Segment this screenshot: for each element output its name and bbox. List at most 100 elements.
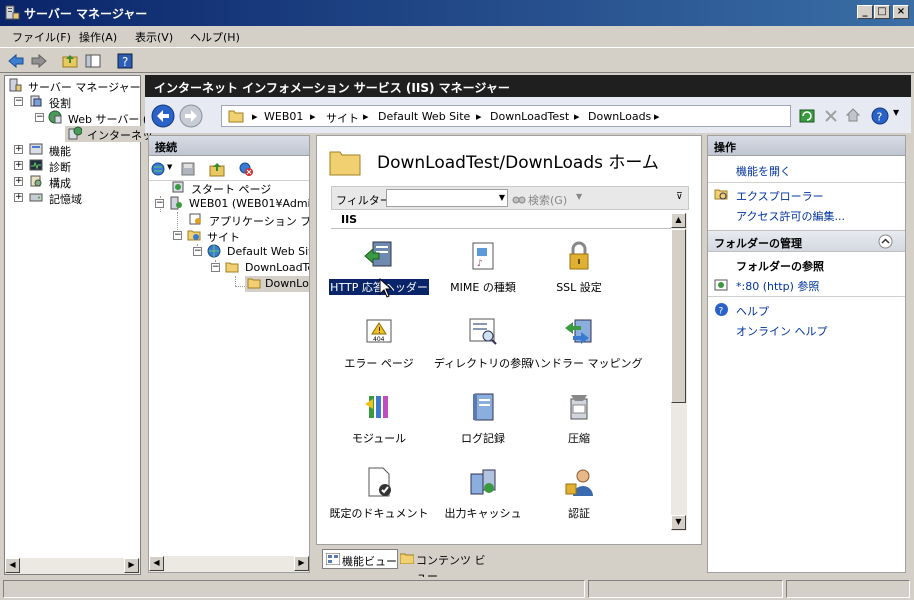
scroll-thumb[interactable] bbox=[671, 229, 686, 403]
online-help-link[interactable]: オンライン ヘルプ bbox=[736, 323, 828, 339]
up-folder-icon[interactable] bbox=[61, 52, 79, 70]
conn-item-downloadtest[interactable]: − DownLoadTe bbox=[211, 260, 309, 276]
breadcrumb-item[interactable]: WEB01 bbox=[264, 110, 303, 123]
feature-compression[interactable]: 圧縮 bbox=[529, 391, 629, 461]
stop-icon[interactable] bbox=[823, 108, 839, 124]
actions-panel: 操作 機能を開く エクスプローラー アクセス許可の編集... フォルダーの管理 … bbox=[707, 135, 906, 573]
tab-content-view[interactable]: コンテンツ ビュー bbox=[400, 549, 496, 583]
scroll-left-button[interactable]: ◀ bbox=[149, 556, 164, 571]
edit-permissions-link[interactable]: アクセス許可の編集... bbox=[736, 208, 845, 224]
handler-mappings-icon bbox=[565, 319, 592, 344]
folder-icon bbox=[225, 262, 239, 273]
menu-view[interactable]: 表示(V) bbox=[135, 29, 173, 45]
tree-label: 役割 bbox=[49, 97, 71, 110]
expand-toggle[interactable]: + bbox=[14, 161, 23, 170]
collapse-toggle[interactable]: − bbox=[155, 199, 164, 208]
tree-label: サーバー マネージャー ( bbox=[28, 81, 149, 94]
feature-ssl-settings[interactable]: SSL 設定 bbox=[529, 240, 629, 310]
tree-horizontal-scrollbar[interactable]: ◀ ▶ bbox=[5, 558, 140, 574]
expand-toggle[interactable]: + bbox=[14, 177, 23, 186]
forward-arrow-icon[interactable] bbox=[30, 52, 48, 70]
breadcrumb-item[interactable]: Default Web Site bbox=[378, 110, 470, 123]
browse-http-link[interactable]: *:80 (http) 参照 bbox=[736, 278, 819, 294]
features-vertical-scrollbar[interactable]: ▲ ▼ bbox=[671, 213, 687, 531]
help-icon[interactable]: ? bbox=[116, 52, 134, 70]
home-icon[interactable] bbox=[845, 107, 861, 123]
feature-default-document[interactable]: 既定のドキュメント bbox=[329, 466, 429, 536]
conn-item-app-pools[interactable]: アプリケーション プール bbox=[189, 212, 309, 228]
collapse-toggle[interactable]: − bbox=[211, 263, 220, 272]
menu-file[interactable]: ファイル(F) bbox=[12, 29, 71, 45]
tree-item-iis-manager[interactable]: インターネッ bbox=[65, 126, 153, 142]
breadcrumb-item[interactable]: DownLoads bbox=[588, 110, 651, 123]
back-button-icon[interactable] bbox=[151, 104, 175, 128]
expand-toggle[interactable]: + bbox=[14, 193, 23, 202]
scroll-down-button[interactable]: ▼ bbox=[671, 515, 686, 530]
group-by-icon[interactable]: ⊽ bbox=[676, 192, 683, 202]
save-icon[interactable] bbox=[180, 161, 196, 177]
scroll-right-button[interactable]: ▶ bbox=[124, 558, 139, 573]
collapse-toggle[interactable]: − bbox=[35, 113, 44, 122]
forward-button-icon[interactable] bbox=[179, 104, 203, 128]
connections-title: 接続 bbox=[155, 141, 177, 154]
collapse-toggle[interactable]: − bbox=[14, 97, 23, 106]
tree-item-storage[interactable]: + 記憶域 bbox=[8, 190, 138, 206]
tree-item-web-server[interactable]: − Web サーバー ( bbox=[8, 110, 147, 126]
feature-mime-types[interactable]: ♪ MIME の種類 bbox=[433, 240, 533, 310]
open-feature-link[interactable]: 機能を開く bbox=[736, 163, 791, 179]
scroll-left-button[interactable]: ◀ bbox=[5, 558, 20, 573]
disconnect-icon[interactable] bbox=[238, 161, 254, 177]
tree-item-diagnostics[interactable]: + 診断 bbox=[8, 158, 138, 174]
tab-features-view[interactable]: 機能ビュー bbox=[322, 549, 398, 569]
feature-http-response-headers[interactable]: HTTP 応答ヘッダー bbox=[329, 240, 429, 310]
menu-help[interactable]: ヘルプ(H) bbox=[190, 29, 240, 45]
conn-item-sites[interactable]: − サイト bbox=[173, 228, 309, 244]
search-button[interactable]: 検索(G) bbox=[528, 192, 567, 208]
menu-action[interactable]: 操作(A) bbox=[79, 29, 117, 45]
connect-globe-icon[interactable] bbox=[151, 161, 167, 177]
maximize-button[interactable]: □ bbox=[874, 5, 890, 19]
folder-management-section: フォルダーの管理 bbox=[708, 230, 905, 252]
feature-output-caching[interactable]: 出力キャッシュ bbox=[433, 466, 533, 536]
breadcrumb-item[interactable]: サイト bbox=[326, 110, 359, 126]
connections-horizontal-scrollbar[interactable]: ◀ ▶ bbox=[149, 556, 309, 572]
tree-item-roles[interactable]: − 役割 bbox=[8, 94, 138, 110]
up-folder-icon[interactable] bbox=[209, 161, 225, 177]
help-circle-icon[interactable]: ? bbox=[871, 107, 889, 125]
expand-toggle[interactable]: + bbox=[14, 145, 23, 154]
help-dropdown-icon[interactable]: ▼ bbox=[893, 108, 899, 117]
scroll-up-button[interactable]: ▲ bbox=[671, 213, 686, 228]
filter-dropdown-icon[interactable]: ▼ bbox=[499, 193, 505, 202]
explorer-icon bbox=[714, 189, 728, 200]
filter-input[interactable]: ▼ bbox=[386, 189, 508, 207]
explore-link[interactable]: エクスプローラー bbox=[736, 188, 824, 204]
collapse-section-icon[interactable] bbox=[878, 234, 893, 249]
minimize-button[interactable]: _ bbox=[857, 5, 873, 19]
collapse-toggle[interactable]: − bbox=[193, 247, 202, 256]
tree-item-configuration[interactable]: + 構成 bbox=[8, 174, 138, 190]
conn-item-downloads[interactable]: DownLo bbox=[245, 276, 309, 292]
collapse-toggle[interactable]: − bbox=[173, 231, 182, 240]
conn-item-server[interactable]: − WEB01 (WEB01¥Admin bbox=[155, 196, 309, 212]
show-hide-tree-icon[interactable] bbox=[84, 52, 102, 70]
scroll-right-button[interactable]: ▶ bbox=[294, 556, 309, 571]
breadcrumb[interactable]: ▸ WEB01 ▸ サイト ▸ Default Web Site ▸ DownL… bbox=[221, 105, 791, 127]
feature-modules[interactable]: モジュール bbox=[329, 391, 429, 461]
close-button[interactable]: × bbox=[893, 5, 909, 19]
refresh-icon[interactable] bbox=[799, 108, 815, 124]
connect-dropdown-icon[interactable]: ▼ bbox=[167, 163, 172, 171]
search-dropdown-icon[interactable]: ▼ bbox=[576, 192, 582, 201]
actions-title: 操作 bbox=[714, 141, 736, 154]
feature-error-pages[interactable]: ! 404 エラー ページ bbox=[329, 316, 429, 386]
feature-authentication[interactable]: 認証 bbox=[529, 466, 629, 536]
help-link[interactable]: ヘルプ bbox=[736, 303, 769, 319]
breadcrumb-item[interactable]: DownLoadTest bbox=[490, 110, 569, 123]
feature-logging[interactable]: ログ記録 bbox=[433, 391, 533, 461]
feature-directory-browsing[interactable]: ディレクトリの参照 bbox=[433, 316, 533, 386]
tree-item-features[interactable]: + 機能 bbox=[8, 142, 138, 158]
roles-icon bbox=[30, 95, 42, 107]
feature-handler-mappings[interactable]: ハンドラー マッピング bbox=[529, 316, 643, 386]
status-cell bbox=[3, 580, 585, 598]
back-arrow-icon[interactable] bbox=[7, 52, 25, 70]
conn-item-default-site[interactable]: − Default Web Sit bbox=[193, 244, 309, 260]
